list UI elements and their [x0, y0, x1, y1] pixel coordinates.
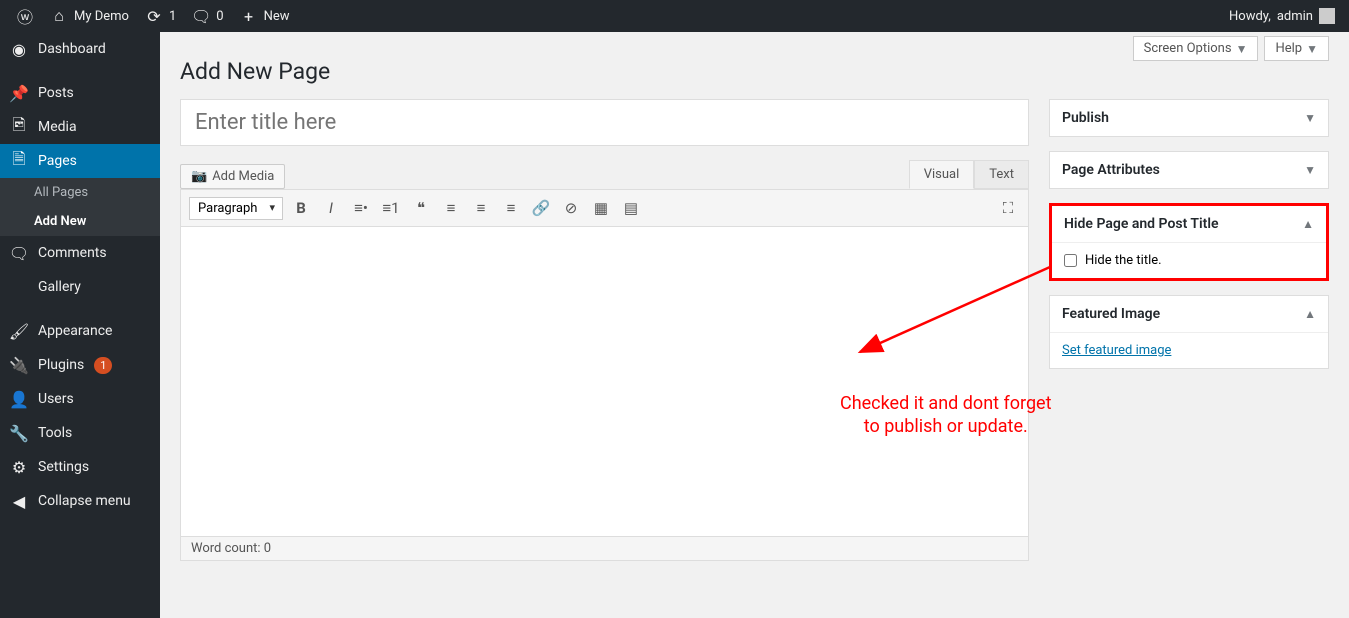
comments-link[interactable]: 🗨0 — [184, 0, 231, 32]
hide-title-label: Hide the title. — [1085, 253, 1162, 268]
plugins-badge: 1 — [94, 357, 112, 374]
howdy-user: admin — [1277, 9, 1313, 24]
publish-toggle[interactable]: Publish▼ — [1050, 100, 1328, 136]
wordpress-icon: ⓦ — [16, 7, 34, 25]
dashboard-icon: ◉ — [10, 40, 28, 58]
blockquote-button[interactable]: ❝ — [409, 196, 433, 220]
new-label: New — [264, 9, 290, 24]
numbered-list-button[interactable]: ≡1 — [379, 196, 403, 220]
format-select[interactable]: Paragraph — [189, 197, 283, 220]
avatar — [1319, 8, 1335, 24]
toolbar-toggle-button[interactable]: ▤ — [619, 196, 643, 220]
page-attributes-metabox: Page Attributes▼ — [1049, 151, 1329, 189]
unlink-button[interactable]: ⊘ — [559, 196, 583, 220]
menu-pages[interactable]: 🗎Pages — [0, 144, 160, 178]
page-icon: 🗎 — [10, 152, 28, 170]
brush-icon: 🖌 — [10, 322, 28, 340]
bold-button[interactable]: B — [289, 196, 313, 220]
title-input[interactable] — [180, 99, 1029, 146]
insert-more-button[interactable]: ▦ — [589, 196, 613, 220]
page-title: Add New Page — [180, 58, 1329, 85]
admin-bar: ⓦ ⌂My Demo ⟳1 🗨0 +New Howdy, admin — [0, 0, 1349, 32]
align-left-button[interactable]: ≡ — [439, 196, 463, 220]
plug-icon: 🔌 — [10, 356, 28, 374]
howdy-prefix: Howdy, — [1229, 9, 1271, 24]
updates-count: 1 — [169, 9, 176, 24]
set-featured-link[interactable]: Set featured image — [1062, 343, 1171, 358]
menu-users[interactable]: 👤Users — [0, 382, 160, 416]
submenu-pages: All Pages Add New — [0, 178, 160, 236]
chevron-up-icon: ▲ — [1304, 307, 1316, 321]
site-name-link[interactable]: ⌂ My Demo — [42, 0, 137, 32]
chevron-down-icon: ▼ — [1306, 42, 1318, 56]
publish-metabox: Publish▼ — [1049, 99, 1329, 137]
home-icon: ⌂ — [50, 7, 68, 25]
hide-title-toggle[interactable]: Hide Page and Post Title▲ — [1052, 206, 1326, 242]
editor-canvas[interactable] — [180, 227, 1029, 537]
account-link[interactable]: Howdy, admin — [1229, 8, 1341, 24]
admin-sidebar: ◉Dashboard 📌Posts 🖻Media 🗎Pages All Page… — [0, 32, 160, 618]
menu-collapse[interactable]: ◀Collapse menu — [0, 484, 160, 518]
pin-icon: 📌 — [10, 84, 28, 102]
menu-settings[interactable]: ⚙Settings — [0, 450, 160, 484]
main-content: Screen Options▼ Help▼ Add New Page 📷Add … — [160, 32, 1349, 618]
tab-visual[interactable]: Visual — [909, 160, 975, 189]
submenu-all-pages[interactable]: All Pages — [0, 178, 160, 207]
menu-plugins[interactable]: 🔌Plugins1 — [0, 348, 160, 382]
menu-comments[interactable]: 🗨Comments — [0, 236, 160, 270]
italic-button[interactable]: I — [319, 196, 343, 220]
editor-toolbar: Paragraph B I ≡• ≡1 ❝ ≡ ≡ ≡ 🔗 ⊘ ▦ ▤ ⛶ — [180, 189, 1029, 227]
add-media-button[interactable]: 📷Add Media — [180, 164, 285, 189]
media-icon: 🖻 — [10, 118, 28, 136]
menu-gallery[interactable]: •Gallery — [0, 270, 160, 304]
menu-dashboard[interactable]: ◉Dashboard — [0, 32, 160, 66]
comments-count: 0 — [216, 9, 223, 24]
comments-icon: 🗨 — [10, 244, 28, 262]
refresh-icon: ⟳ — [145, 7, 163, 25]
site-name: My Demo — [74, 9, 129, 24]
chevron-down-icon: ▼ — [1236, 42, 1248, 56]
menu-media[interactable]: 🖻Media — [0, 110, 160, 144]
fullscreen-button[interactable]: ⛶ — [996, 196, 1020, 220]
align-right-button[interactable]: ≡ — [499, 196, 523, 220]
plus-icon: + — [240, 7, 258, 25]
user-icon: 👤 — [10, 390, 28, 408]
chevron-up-icon: ▲ — [1302, 217, 1314, 231]
wp-logo[interactable]: ⓦ — [8, 0, 42, 32]
menu-tools[interactable]: 🔧Tools — [0, 416, 160, 450]
chevron-down-icon: ▼ — [1304, 111, 1316, 125]
sliders-icon: ⚙ — [10, 458, 28, 476]
featured-image-metabox: Featured Image▲ Set featured image — [1049, 295, 1329, 369]
hide-title-metabox: Hide Page and Post Title▲ Hide the title… — [1049, 203, 1329, 281]
align-center-button[interactable]: ≡ — [469, 196, 493, 220]
featured-toggle[interactable]: Featured Image▲ — [1050, 296, 1328, 332]
hide-title-row[interactable]: Hide the title. — [1064, 253, 1314, 268]
chevron-down-icon: ▼ — [1304, 163, 1316, 177]
collapse-icon: ◀ — [10, 492, 28, 510]
bullet-list-button[interactable]: ≡• — [349, 196, 373, 220]
page-attr-toggle[interactable]: Page Attributes▼ — [1050, 152, 1328, 188]
hide-title-checkbox[interactable] — [1064, 254, 1077, 267]
submenu-add-new[interactable]: Add New — [0, 207, 160, 236]
menu-posts[interactable]: 📌Posts — [0, 76, 160, 110]
screen-options-button[interactable]: Screen Options▼ — [1133, 36, 1259, 61]
help-button[interactable]: Help▼ — [1264, 36, 1329, 61]
camera-icon: 📷 — [191, 169, 207, 184]
new-content-link[interactable]: + New — [232, 0, 298, 32]
word-count: Word count: 0 — [180, 537, 1029, 561]
link-button[interactable]: 🔗 — [529, 196, 553, 220]
wrench-icon: 🔧 — [10, 424, 28, 442]
menu-appearance[interactable]: 🖌Appearance — [0, 314, 160, 348]
comment-icon: 🗨 — [192, 7, 210, 25]
updates-link[interactable]: ⟳1 — [137, 0, 184, 32]
tab-text[interactable]: Text — [974, 160, 1029, 189]
